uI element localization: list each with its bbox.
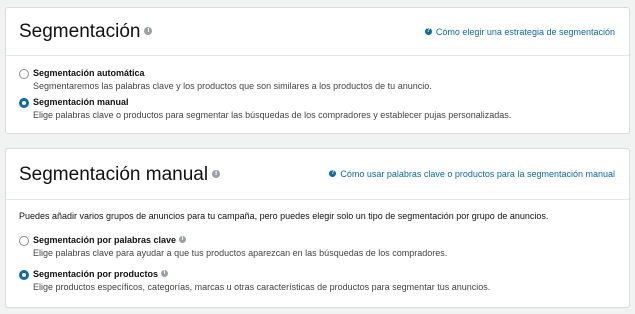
keyword-targeting-label-wrap: Segmentación por palabras clave i [33, 235, 187, 245]
info-icon[interactable]: i [161, 270, 169, 278]
manual-targeting-help-link[interactable]: ? Cómo usar palabras clave o productos pa… [329, 169, 615, 179]
info-icon[interactable]: i [144, 26, 153, 35]
automatic-targeting-description: Segmentaremos las palabras clave y los p… [33, 81, 432, 91]
manual-targeting-help-link-text: Cómo usar palabras clave o productos par… [340, 169, 615, 179]
manual-targeting-title: Segmentación manual i [19, 163, 221, 187]
keyword-targeting-radio[interactable] [19, 236, 29, 246]
manual-targeting-panel: Segmentación manual i ? Cómo usar palabras… [5, 148, 630, 308]
keyword-targeting-label: Segmentación por palabras clave [33, 235, 177, 245]
targeting-help-link-text: Cómo elegir una estrategia de segmentaci… [435, 27, 615, 37]
help-circle-icon: ? [329, 170, 337, 178]
manual-targeting-label: Segmentación manual [33, 97, 129, 107]
manual-targeting-panel-header: Segmentación manual i ? Cómo usar palabras… [6, 149, 629, 200]
info-icon[interactable]: i [212, 169, 221, 178]
keyword-targeting-description: Elige palabras clave para ayudar a que t… [33, 248, 448, 258]
help-circle-icon: ? [424, 28, 432, 36]
targeting-panel: Segmentación i ? Cómo elegir una estrategi… [5, 7, 630, 134]
manual-targeting-title-text: Segmentación manual [19, 164, 209, 185]
product-targeting-radio[interactable] [19, 270, 29, 280]
product-targeting-label-wrap: Segmentación por productos i [33, 269, 169, 279]
manual-targeting-description: Elige palabras clave o productos para se… [33, 110, 512, 120]
info-icon[interactable]: i [179, 236, 187, 244]
targeting-panel-header: Segmentación i ? Cómo elegir una estrategi… [6, 8, 629, 56]
targeting-title: Segmentación i [19, 20, 153, 44]
targeting-help-link[interactable]: ? Cómo elegir una estrategia de segmentac… [424, 27, 615, 37]
automatic-targeting-radio[interactable] [19, 69, 29, 79]
product-targeting-label: Segmentación por productos [33, 269, 159, 279]
targeting-title-text: Segmentación [19, 21, 141, 42]
manual-targeting-radio[interactable] [19, 98, 29, 108]
manual-targeting-intro: Puedes añadir varios grupos de anuncios … [19, 211, 549, 221]
product-targeting-description: Elige productos específicos, categorías,… [33, 282, 491, 292]
automatic-targeting-label: Segmentación automática [33, 68, 145, 78]
